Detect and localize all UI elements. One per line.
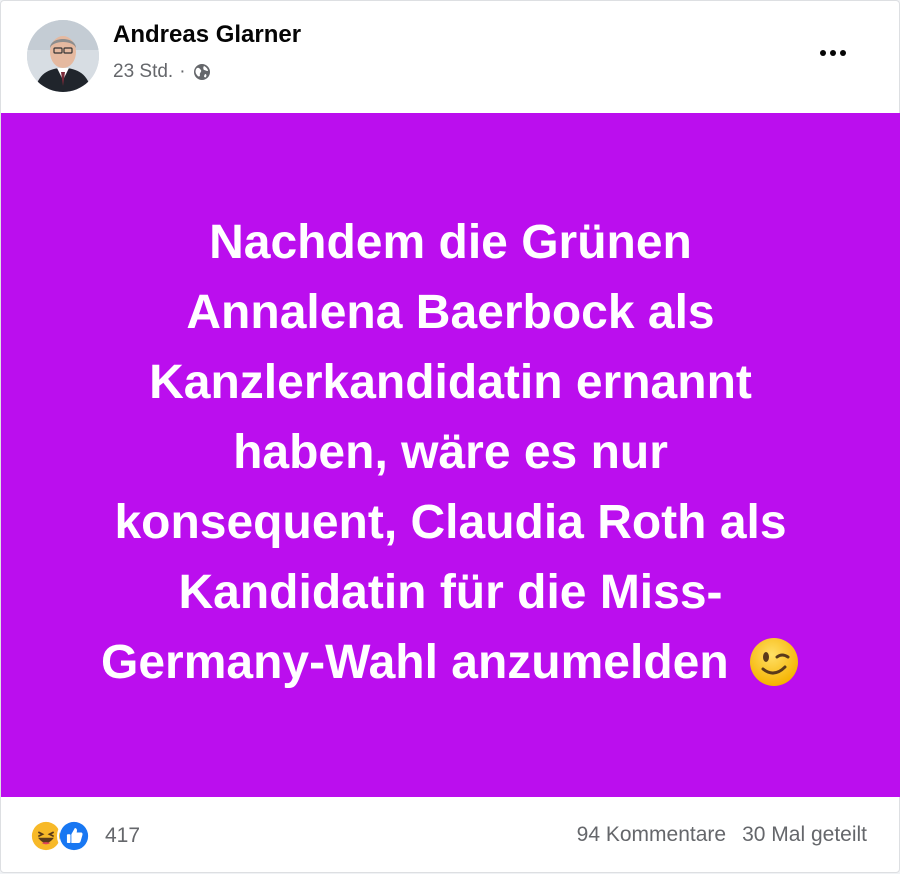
status-line: Kanzlerkandidatin ernannt	[149, 356, 752, 409]
post-footer: 417 94 Kommentare 30 Mal geteilt	[1, 797, 899, 874]
facebook-post: Andreas Glarner 23 Std. · Nachdem die Gr…	[0, 0, 900, 873]
post-header: Andreas Glarner 23 Std. ·	[1, 1, 899, 113]
status-line: Annalena Baerbock als	[186, 286, 715, 339]
status-line-last: Germany-Wahl anzumelden	[41, 628, 861, 698]
status-line: haben, wäre es nur	[233, 426, 668, 479]
wink-emoji-icon	[750, 638, 799, 686]
comments-count[interactable]: 94 Kommentare	[577, 823, 726, 847]
reactions-summary[interactable]: 417	[29, 819, 140, 853]
post-time[interactable]: 23 Std.	[113, 61, 173, 83]
shares-count[interactable]: 30 Mal geteilt	[742, 823, 867, 847]
reaction-count[interactable]: 417	[105, 824, 140, 848]
more-options-button[interactable]	[815, 41, 851, 65]
like-reaction-icon	[57, 819, 91, 853]
status-line: konsequent, Claudia Roth als	[114, 496, 787, 549]
post-meta: 23 Std. ·	[113, 61, 212, 83]
meta-separator: ·	[179, 61, 186, 82]
engagement-stats: 94 Kommentare 30 Mal geteilt	[577, 823, 867, 847]
status-line: Nachdem die Grünen	[209, 216, 692, 269]
more-options-icon-dot	[820, 50, 826, 56]
avatar-image	[27, 20, 99, 92]
status-background: Nachdem die Grünen Annalena Baerbock als…	[1, 113, 900, 797]
author-name[interactable]: Andreas Glarner	[113, 21, 301, 49]
more-options-icon-dot	[840, 50, 846, 56]
more-options-icon-dot	[830, 50, 836, 56]
status-line: Germany-Wahl anzumelden	[100, 636, 729, 689]
status-line: Kandidatin für die Miss-	[178, 566, 723, 619]
globe-icon	[193, 64, 210, 80]
status-text: Nachdem die Grünen Annalena Baerbock als…	[41, 208, 861, 698]
author-avatar[interactable]	[27, 20, 99, 92]
